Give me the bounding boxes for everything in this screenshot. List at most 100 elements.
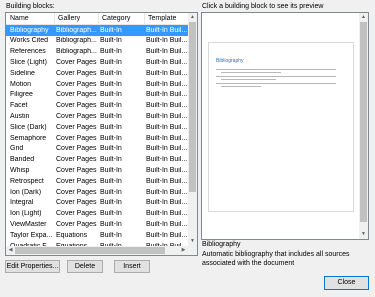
list-item[interactable]: Ion (Dark) Cover Pages Built-In Built-In Bu… [6, 187, 188, 198]
template-cell: Built-In Buil... [146, 231, 188, 239]
template-cell: Built-In Buil... [146, 58, 188, 66]
scroll-up-icon[interactable]: ▲ [188, 13, 197, 22]
category-cell: Built-In [100, 48, 122, 56]
preview-scroll-down-icon[interactable]: ▼ [359, 230, 368, 239]
column-header-gallery[interactable]: Gallery [58, 15, 80, 22]
preview-scroll-up-icon[interactable]: ▲ [359, 13, 368, 22]
preview-scroll-thumb[interactable] [360, 22, 367, 222]
preview-page-thumbnail: Bibliography [208, 42, 354, 212]
name-cell: Retrospect [10, 177, 44, 185]
preview-area: Bibliography [202, 13, 359, 239]
preview-text-line [216, 76, 336, 77]
vertical-scrollbar[interactable]: ▲ ▼ [188, 13, 197, 246]
list-item[interactable]: Facet Cover Pages Built-In Built-In Buil... [6, 101, 188, 112]
gallery-cell: Cover Pages [56, 177, 97, 185]
list-item[interactable]: Austin Cover Pages Built-In Built-In Buil..… [6, 111, 188, 122]
template-cell: Built-In Buil... [146, 91, 188, 99]
gallery-cell: Cover Pages [56, 188, 97, 196]
building-blocks-label: Building blocks: [6, 3, 55, 10]
gallery-cell: Cover Pages [56, 91, 97, 99]
gallery-cell: Equations [56, 231, 88, 239]
template-cell: Built-In Buil... [146, 199, 188, 207]
gallery-cell: Cover Pages [56, 199, 97, 207]
list-item[interactable]: Retrospect Cover Pages Built-In Built-In Bu… [6, 176, 188, 187]
edit-properties-label: Edit Properties... [6, 263, 59, 270]
list-item[interactable]: Motion Cover Pages Built-In Built-In Buil..… [6, 79, 188, 90]
list-item[interactable]: Taylor Expa... Equations Built-In Built-In … [6, 230, 188, 241]
column-divider[interactable] [98, 13, 99, 25]
name-cell: Works Cited [10, 37, 48, 45]
category-cell: Built-In [100, 166, 122, 174]
column-header-name[interactable]: Name [10, 15, 29, 22]
category-cell: Built-In [100, 210, 122, 218]
close-button[interactable]: Close [324, 276, 369, 290]
list-item[interactable]: Ion (Light) Cover Pages Built-In Built-In B… [6, 209, 188, 220]
column-divider[interactable] [54, 13, 55, 25]
list-item[interactable]: Semaphore Cover Pages Built-In Built-In Bui… [6, 133, 188, 144]
preview-text-line [216, 69, 336, 70]
preview-text-line [221, 86, 261, 87]
name-cell: Integral [10, 199, 34, 207]
category-cell: Built-In [100, 37, 122, 45]
template-cell: Built-In Buil... [146, 48, 188, 56]
name-cell: Ion (Light) [10, 210, 42, 218]
list-rows: Bibliography Bibliograph... Built-In Built-… [6, 25, 188, 246]
category-cell: Built-In [100, 220, 122, 228]
category-cell: Built-In [100, 145, 122, 153]
gallery-cell: Cover Pages [56, 166, 97, 174]
list-item[interactable]: Bibliography Bibliograph... Built-In Built-… [6, 25, 188, 36]
list-item[interactable]: Slice (Light) Cover Pages Built-In Built-In… [6, 57, 188, 68]
scroll-right-icon[interactable]: ▶ [179, 246, 188, 255]
list-item[interactable]: Slice (Dark) Cover Pages Built-In Built-In … [6, 122, 188, 133]
list-item[interactable]: Filigree Cover Pages Built-In Built-In Buil… [6, 90, 188, 101]
scroll-down-icon[interactable]: ▼ [188, 237, 197, 246]
gallery-cell: Cover Pages [56, 210, 97, 218]
name-cell: Banded [10, 156, 35, 164]
preview-block-description: Automatic bibliography that includes all… [202, 251, 350, 267]
preview-vertical-scrollbar[interactable]: ▲ ▼ [359, 13, 368, 239]
gallery-cell: Cover Pages [56, 112, 97, 120]
delete-button[interactable]: Delete [67, 260, 103, 273]
name-cell: ViewMaster [10, 220, 47, 228]
list-item[interactable]: Banded Cover Pages Built-In Built-In Buil..… [6, 155, 188, 166]
template-cell: Built-In Buil... [146, 123, 188, 131]
category-cell: Built-In [100, 123, 122, 131]
building-blocks-list[interactable]: Name Gallery Category Template Bibliogra… [5, 12, 198, 256]
template-cell: Built-In Buil... [146, 210, 188, 218]
category-cell: Built-In [100, 91, 122, 99]
category-cell: Built-In [100, 69, 122, 77]
template-cell: Built-In Buil... [146, 112, 188, 120]
name-cell: Ion (Dark) [10, 188, 42, 196]
name-cell: Facet [10, 102, 28, 110]
template-cell: Built-In Buil... [146, 188, 188, 196]
list-item[interactable]: Integral Cover Pages Built-In Built-In Buil… [6, 198, 188, 209]
list-item[interactable]: ViewMaster Cover Pages Built-In Built-In Bu… [6, 219, 188, 230]
column-header-template[interactable]: Template [148, 15, 176, 22]
scroll-left-icon[interactable]: ◀ [6, 246, 15, 255]
category-cell: Built-In [100, 156, 122, 164]
name-cell: Motion [10, 80, 32, 88]
list-item[interactable]: References Bibliograph... Built-In Built-In… [6, 47, 188, 58]
template-cell: Built-In Buil... [146, 69, 188, 77]
template-cell: Built-In Buil... [146, 80, 188, 88]
list-item[interactable]: Whisp Cover Pages Built-In Built-In Buil... [6, 165, 188, 176]
column-divider[interactable] [144, 13, 145, 25]
category-cell: Built-In [100, 58, 122, 66]
gallery-cell: Cover Pages [56, 58, 97, 66]
column-header-category[interactable]: Category [102, 15, 130, 22]
vertical-scroll-thumb[interactable] [189, 22, 196, 192]
list-item[interactable]: Grid Cover Pages Built-In Built-In Buil... [6, 144, 188, 155]
name-cell: Sideline [10, 69, 35, 77]
list-item[interactable]: Works Cited Bibliograph... Built-In Built-I… [6, 36, 188, 47]
edit-properties-button[interactable]: Edit Properties... [5, 260, 60, 273]
list-item[interactable]: Sideline Cover Pages Built-In Built-In Buil… [6, 68, 188, 79]
insert-button[interactable]: Insert [114, 260, 150, 273]
gallery-cell: Cover Pages [56, 69, 97, 77]
template-cell: Built-In Buil... [146, 166, 188, 174]
horizontal-scroll-thumb[interactable] [15, 247, 165, 254]
list-header: Name Gallery Category Template [6, 13, 188, 25]
category-cell: Built-In [100, 134, 122, 142]
template-cell: Built-In Buil... [146, 156, 188, 164]
name-cell: Filigree [10, 91, 33, 99]
horizontal-scrollbar[interactable]: ◀ ▶ [6, 246, 188, 255]
